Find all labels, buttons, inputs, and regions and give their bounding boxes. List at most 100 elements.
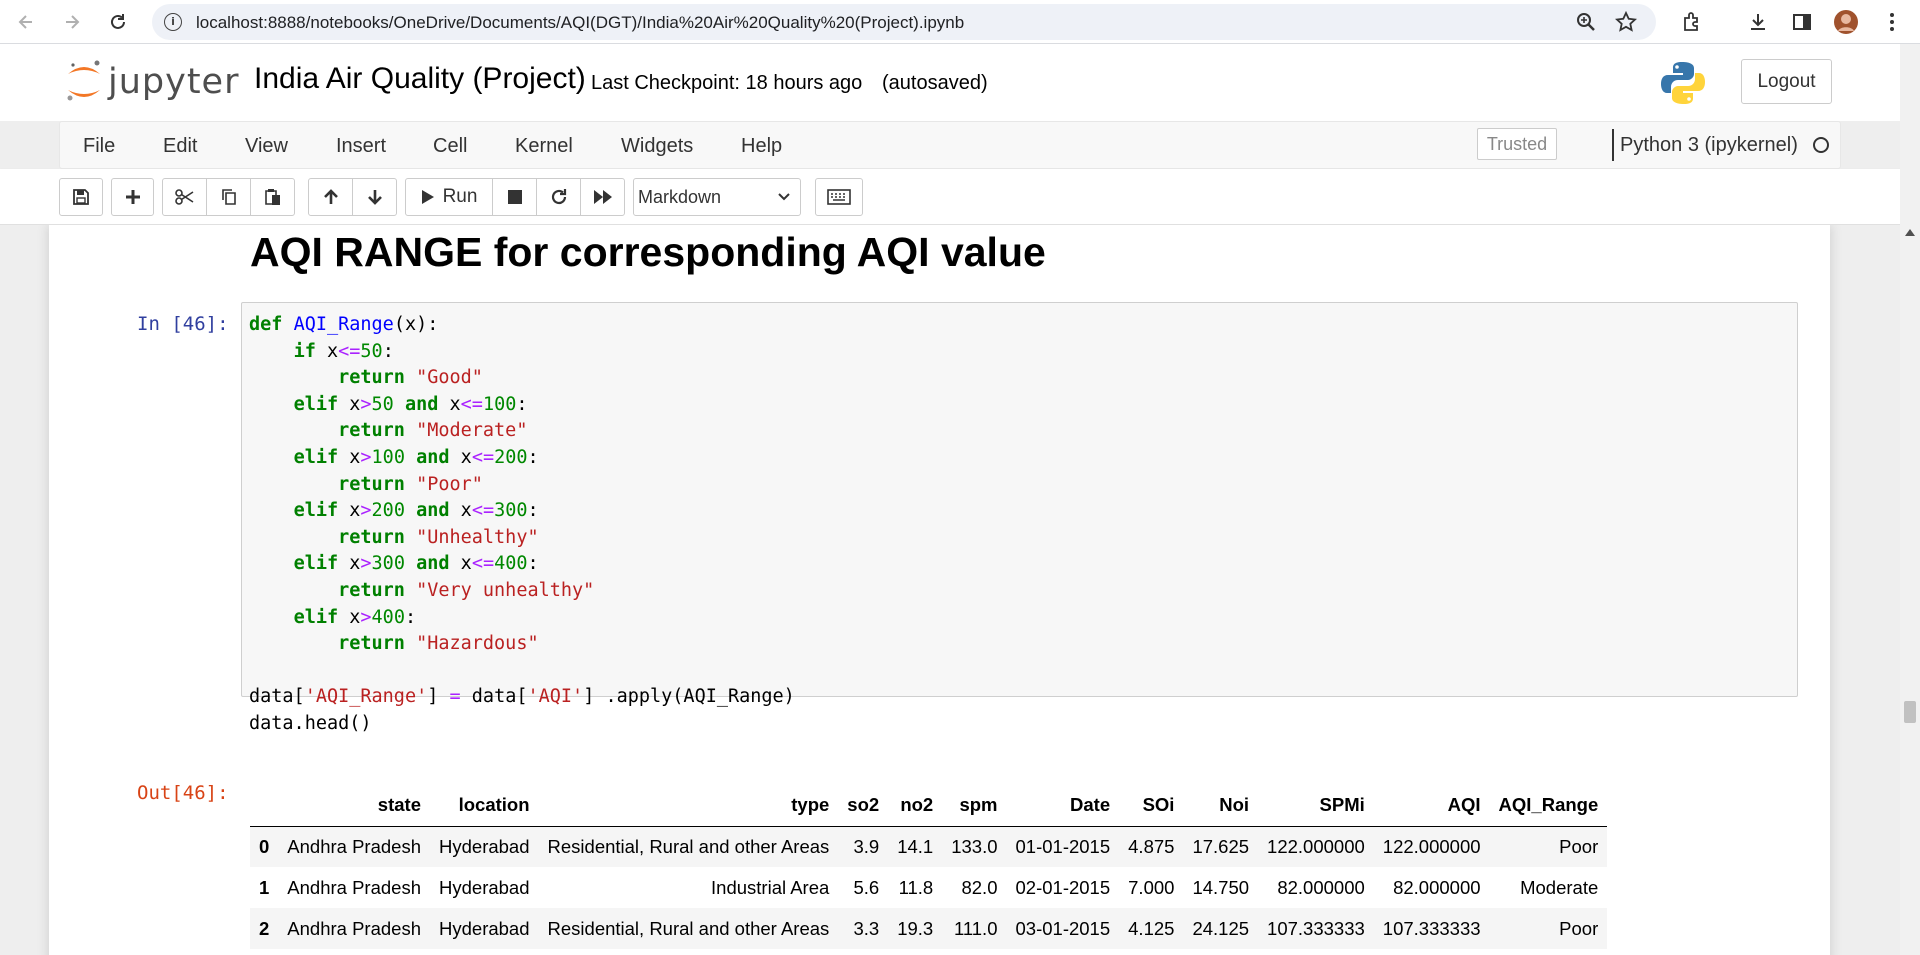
download-icon[interactable] xyxy=(1742,6,1774,38)
column-header xyxy=(250,785,279,827)
table-row: 1 Andhra Pradesh Hyderabad Industrial Area 5… xyxy=(250,867,1607,908)
kernel-name[interactable]: Python 3 (ipykernel) xyxy=(1620,134,1798,157)
paste-cell-button[interactable] xyxy=(250,178,295,216)
notebook-container: AQI RANGE for corresponding AQI value In… xyxy=(0,225,1900,955)
restart-kernel-button[interactable] xyxy=(536,178,581,216)
autosave-status: (autosaved) xyxy=(882,72,988,94)
restart-run-all-button[interactable] xyxy=(580,178,625,216)
site-info-icon[interactable]: i xyxy=(164,13,182,31)
menu-file[interactable]: File xyxy=(83,135,115,158)
code-line: return "Very unhealthy" xyxy=(338,579,595,601)
save-button[interactable] xyxy=(59,178,103,216)
code-cell-editor[interactable]: def AQI_Range(x): if x<=50: return "Good… xyxy=(241,302,1798,734)
notebook-page: AQI RANGE for corresponding AQI value In… xyxy=(49,225,1830,955)
command-palette-button[interactable] xyxy=(815,178,863,216)
dataframe-table: state location type so2 no2 spm Date SOi Noi SPMi… xyxy=(250,785,1608,949)
logout-button[interactable]: Logout xyxy=(1741,59,1832,104)
stop-icon xyxy=(507,190,522,204)
table-cell: 111.0 xyxy=(953,917,998,939)
side-panel-icon[interactable] xyxy=(1786,6,1818,38)
code-line: return "Hazardous" xyxy=(338,633,539,655)
code-line: return "Unhealthy" xyxy=(338,526,539,548)
scrollbar-thumb[interactable] xyxy=(1904,701,1916,723)
save-icon xyxy=(73,189,89,205)
column-header: location xyxy=(430,785,539,827)
row-index: 0 xyxy=(259,835,270,857)
table-cell: Residential, Rural and other Areas xyxy=(547,835,830,857)
interrupt-kernel-button[interactable] xyxy=(492,178,537,216)
scroll-up-arrow-icon[interactable] xyxy=(1905,229,1915,236)
table-cell: Hyderabad xyxy=(439,835,530,857)
move-cell-up-button[interactable] xyxy=(308,178,353,216)
table-body: 0 Andhra Pradesh Hyderabad Residential, Rur… xyxy=(250,826,1608,949)
cut-cell-button[interactable] xyxy=(162,178,207,216)
url-text[interactable]: localhost:8888/notebooks/OneDrive/Docume… xyxy=(196,13,964,33)
copy-icon xyxy=(221,189,236,205)
copy-cell-button[interactable] xyxy=(206,178,251,216)
play-icon xyxy=(421,190,434,204)
chevron-down-icon xyxy=(776,188,792,209)
table-cell: 11.8 xyxy=(898,876,934,898)
reload-icon[interactable] xyxy=(102,6,134,38)
table-row: 0 Andhra Pradesh Hyderabad Residential, Rur… xyxy=(250,826,1608,867)
table-cell: 14.1 xyxy=(897,835,934,857)
browser-toolbar: i localhost:8888/notebooks/OneDrive/Docu… xyxy=(0,0,1920,44)
table-cell: Poor xyxy=(1559,917,1599,939)
column-header: AQI xyxy=(1373,785,1490,827)
browser-menu-icon[interactable] xyxy=(1876,6,1908,38)
table-row: 2 Andhra Pradesh Hyderabad Residential, Rur… xyxy=(250,908,1608,949)
address-bar[interactable]: i localhost:8888/notebooks/OneDrive/Docu… xyxy=(152,4,1656,40)
menu-view[interactable]: View xyxy=(245,135,288,158)
table-cell: 19.3 xyxy=(897,917,934,939)
table-cell: 107.333333 xyxy=(1382,917,1481,939)
code-line: def AQI_Range(x): xyxy=(249,314,439,335)
code-line: return "Moderate" xyxy=(338,420,528,442)
menu-widgets[interactable]: Widgets xyxy=(621,135,693,158)
table-cell: Industrial Area xyxy=(711,876,830,898)
menu-help[interactable]: Help xyxy=(741,135,782,158)
table-cell: Residential, Rural and other Areas xyxy=(547,917,830,939)
run-button[interactable]: Run xyxy=(405,178,493,216)
menu-edit[interactable]: Edit xyxy=(163,135,197,158)
extensions-icon[interactable] xyxy=(1676,6,1708,38)
insert-cell-button[interactable] xyxy=(111,178,154,216)
move-cell-down-button[interactable] xyxy=(352,178,397,216)
column-header: SPMi xyxy=(1258,785,1374,827)
forward-arrow-icon[interactable] xyxy=(56,6,88,38)
page-scrollbar[interactable] xyxy=(1900,225,1920,955)
back-arrow-icon[interactable] xyxy=(10,6,42,38)
trusted-indicator[interactable]: Trusted xyxy=(1477,128,1557,160)
table-cell: 82.000000 xyxy=(1277,876,1365,898)
code-line: elif x>100 and x<=200: xyxy=(293,446,539,468)
notebook-title[interactable]: India Air Quality (Project) xyxy=(254,62,586,96)
table-cell: 4.875 xyxy=(1128,835,1175,857)
code-line: data.head() xyxy=(249,712,372,734)
scissors-icon xyxy=(174,189,193,205)
column-header: type xyxy=(538,785,839,827)
column-header: Noi xyxy=(1183,785,1259,827)
table-header-row: state location type so2 no2 spm Date SOi Noi SPMi… xyxy=(250,785,1608,827)
paste-icon xyxy=(264,189,280,205)
table-cell: Andhra Pradesh xyxy=(287,835,421,857)
zoom-icon[interactable] xyxy=(1573,9,1599,35)
output-prompt: Out[46]: xyxy=(137,782,229,804)
code-content[interactable]: def AQI_Range(x): if x<=50: return "Good… xyxy=(249,312,795,738)
bookmark-star-icon[interactable] xyxy=(1613,9,1639,35)
menu-kernel[interactable]: Kernel xyxy=(515,135,573,158)
table-cell: 5.6 xyxy=(853,876,880,898)
cell-type-select[interactable]: Markdown xyxy=(633,178,801,216)
menu-insert[interactable]: Insert xyxy=(336,135,386,158)
column-header: so2 xyxy=(838,785,889,827)
plus-icon xyxy=(125,190,140,204)
code-line: return "Good" xyxy=(338,367,483,389)
jupyter-header: jupyter India Air Quality (Project) Last… xyxy=(0,44,1920,121)
menu-cell[interactable]: Cell xyxy=(433,135,467,158)
table-cell: 133.0 xyxy=(951,835,998,857)
fast-forward-icon xyxy=(593,190,612,204)
jupyter-logo[interactable]: jupyter xyxy=(64,58,238,110)
checkpoint-status: Last Checkpoint: 18 hours ago xyxy=(591,72,863,94)
python-logo-icon xyxy=(1660,60,1706,106)
notebook-toolbar: Run Markdown xyxy=(0,169,1920,225)
profile-avatar[interactable] xyxy=(1830,6,1862,38)
